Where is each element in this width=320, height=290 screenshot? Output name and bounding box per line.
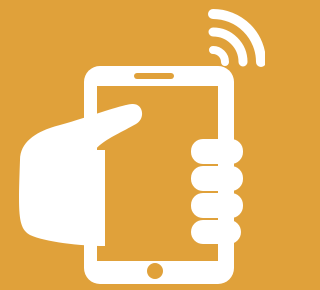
- finger-2: [191, 166, 243, 191]
- finger-3: [191, 193, 243, 218]
- finger-4: [191, 220, 241, 244]
- phone-speaker: [134, 73, 174, 79]
- hand-holding-phone-with-signal-icon: [0, 0, 265, 290]
- finger-1: [191, 139, 243, 164]
- home-button-icon: [147, 263, 163, 279]
- app-icon-tile: [0, 0, 265, 290]
